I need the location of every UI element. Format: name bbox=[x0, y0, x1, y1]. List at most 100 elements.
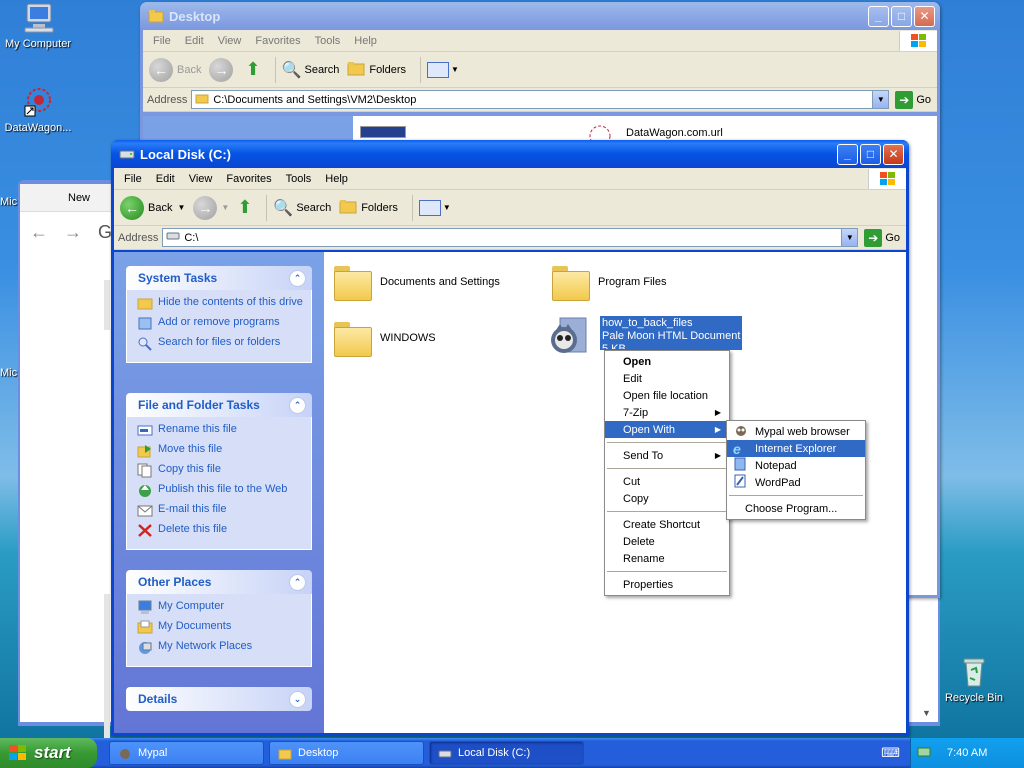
menu-item-open-file-location[interactable]: Open file location bbox=[605, 387, 729, 404]
go-button[interactable]: ➔ Go bbox=[895, 90, 931, 109]
desktop-icon-datawagon[interactable]: DataWagon... bbox=[0, 86, 78, 134]
file-folder-tasks-header[interactable]: File and Folder Tasks ⌃ bbox=[126, 393, 312, 417]
desktop-file-icon[interactable] bbox=[360, 126, 406, 138]
desktop-icon-partial-2[interactable]: Mic bbox=[0, 367, 17, 379]
up-folder-button[interactable]: ⬆ bbox=[245, 59, 260, 80]
menu-item-properties[interactable]: Properties bbox=[605, 576, 729, 593]
minimize-button[interactable]: _ bbox=[837, 143, 858, 165]
up-folder-button[interactable]: ⬆ bbox=[237, 197, 252, 218]
minimize-button[interactable]: _ bbox=[868, 5, 889, 27]
system-tasks-header[interactable]: System Tasks ⌃ bbox=[126, 266, 312, 290]
place-my-network[interactable]: My Network Places bbox=[137, 640, 305, 655]
menu-view[interactable]: View bbox=[183, 171, 221, 187]
title-bar[interactable]: Local Disk (C:) _ □ ✕ bbox=[111, 140, 909, 168]
task-search-files[interactable]: Search for files or folders bbox=[137, 336, 305, 351]
place-my-documents[interactable]: My Documents bbox=[137, 620, 305, 635]
forward-button[interactable]: → bbox=[209, 57, 237, 82]
task-copy-file[interactable]: Copy this file bbox=[137, 463, 305, 478]
start-button[interactable]: start bbox=[0, 738, 97, 768]
collapse-chevron-icon[interactable]: ⌃ bbox=[289, 573, 306, 591]
search-button[interactable]: 🔍 Search bbox=[273, 198, 331, 218]
open-with-notepad[interactable]: Notepad bbox=[727, 457, 865, 474]
menu-item-open[interactable]: Open bbox=[605, 353, 729, 370]
back-button[interactable]: ← Back bbox=[149, 57, 201, 82]
menu-tools[interactable]: Tools bbox=[309, 33, 349, 49]
clock[interactable]: 7:40 AM bbox=[947, 747, 987, 759]
menu-item-delete[interactable]: Delete bbox=[605, 533, 729, 550]
submenu-arrow-icon: ▶ bbox=[714, 451, 721, 460]
menu-tools[interactable]: Tools bbox=[280, 171, 320, 187]
desktop-icon-recycle-bin[interactable]: Recycle Bin bbox=[934, 656, 1014, 704]
open-with-mypal[interactable]: Mypal web browser bbox=[727, 423, 865, 440]
back-button[interactable]: ← Back ▼ bbox=[120, 195, 185, 220]
open-with-choose-program[interactable]: Choose Program... bbox=[727, 500, 865, 517]
open-with-wordpad[interactable]: WordPad bbox=[727, 474, 865, 491]
menu-item-send-to[interactable]: Send To ▶ bbox=[605, 447, 729, 464]
task-delete-file[interactable]: Delete this file bbox=[137, 523, 305, 538]
menu-item-open-with[interactable]: Open With ▶ bbox=[605, 421, 729, 438]
other-places-header[interactable]: Other Places ⌃ bbox=[126, 570, 312, 594]
open-with-internet-explorer[interactable]: e Internet Explorer bbox=[727, 440, 865, 457]
folder-windows[interactable]: WINDOWS bbox=[332, 320, 436, 357]
mypal-icon bbox=[733, 423, 749, 440]
menu-item-copy[interactable]: Copy bbox=[605, 490, 729, 507]
folder-documents-and-settings[interactable]: Documents and Settings bbox=[332, 264, 500, 301]
computer-icon bbox=[137, 600, 153, 615]
menu-favorites[interactable]: Favorites bbox=[249, 33, 308, 49]
place-my-computer[interactable]: My Computer bbox=[137, 600, 305, 615]
menu-help[interactable]: Help bbox=[319, 171, 356, 187]
address-input[interactable]: C:\Documents and Settings\VM2\Desktop ▼ bbox=[191, 90, 890, 109]
title-bar[interactable]: Desktop _ □ ✕ bbox=[140, 2, 940, 30]
menu-help[interactable]: Help bbox=[348, 33, 385, 49]
desktop-icon-my-computer[interactable]: My Computer bbox=[0, 2, 78, 50]
taskbar-item-mypal[interactable]: Mypal bbox=[109, 741, 264, 765]
desktop-icon-label: Recycle Bin bbox=[944, 692, 1004, 704]
menu-item-7zip[interactable]: 7-Zip ▶ bbox=[605, 404, 729, 421]
menu-edit[interactable]: Edit bbox=[179, 33, 212, 49]
menu-item-create-shortcut[interactable]: Create Shortcut bbox=[605, 516, 729, 533]
menu-item-cut[interactable]: Cut bbox=[605, 473, 729, 490]
drive-icon bbox=[119, 147, 135, 161]
task-rename-file[interactable]: Rename this file bbox=[137, 423, 305, 438]
task-hide-contents[interactable]: Hide the contents of this drive bbox=[137, 296, 305, 311]
address-dropdown-icon[interactable]: ▼ bbox=[841, 229, 858, 246]
search-icon bbox=[137, 336, 153, 351]
task-email-file[interactable]: E-mail this file bbox=[137, 503, 305, 518]
taskbar-item-desktop[interactable]: Desktop bbox=[269, 741, 424, 765]
menu-file[interactable]: File bbox=[118, 171, 150, 187]
browser-scroll-down-icon[interactable]: ▼ bbox=[922, 708, 931, 718]
menu-item-rename[interactable]: Rename bbox=[605, 550, 729, 567]
go-button[interactable]: ➔ Go bbox=[864, 228, 900, 247]
maximize-button[interactable]: □ bbox=[891, 5, 912, 27]
search-button[interactable]: 🔍 Search bbox=[282, 60, 340, 80]
task-add-remove-programs[interactable]: Add or remove programs bbox=[137, 316, 305, 331]
collapse-chevron-icon[interactable]: ⌃ bbox=[289, 396, 306, 414]
menu-view[interactable]: View bbox=[212, 33, 250, 49]
desktop-icon-partial-1[interactable]: Mic bbox=[0, 196, 17, 208]
collapse-chevron-icon[interactable]: ⌃ bbox=[289, 269, 306, 287]
expand-chevron-icon[interactable]: ⌄ bbox=[289, 690, 306, 708]
close-button[interactable]: ✕ bbox=[883, 143, 904, 165]
address-input[interactable]: C:\ ▼ bbox=[162, 228, 859, 247]
task-move-file[interactable]: Move this file bbox=[137, 443, 305, 458]
menu-favorites[interactable]: Favorites bbox=[220, 171, 279, 187]
menu-edit[interactable]: Edit bbox=[150, 171, 183, 187]
keyboard-icon[interactable]: ⌨ bbox=[881, 745, 900, 761]
address-dropdown-icon[interactable]: ▼ bbox=[872, 91, 889, 108]
tray-network-icon[interactable] bbox=[917, 745, 931, 762]
close-button[interactable]: ✕ bbox=[914, 5, 935, 27]
forward-button[interactable]: → ▼ bbox=[193, 195, 229, 220]
folder-program-files[interactable]: Program Files bbox=[550, 264, 666, 301]
maximize-button[interactable]: □ bbox=[860, 143, 881, 165]
task-publish-web[interactable]: Publish this file to the Web bbox=[137, 483, 305, 498]
folders-button[interactable]: Folders bbox=[347, 60, 406, 79]
details-header[interactable]: Details ⌄ bbox=[126, 687, 312, 711]
browser-forward-icon[interactable]: → bbox=[64, 222, 82, 243]
taskbar-item-local-disk[interactable]: Local Disk (C:) bbox=[429, 741, 584, 765]
menu-file[interactable]: File bbox=[147, 33, 179, 49]
folders-button[interactable]: Folders bbox=[339, 198, 398, 217]
menu-item-edit[interactable]: Edit bbox=[605, 370, 729, 387]
browser-back-icon[interactable]: ← bbox=[30, 222, 48, 243]
views-button[interactable]: ▼ bbox=[427, 61, 459, 78]
views-button[interactable]: ▼ bbox=[418, 199, 451, 216]
